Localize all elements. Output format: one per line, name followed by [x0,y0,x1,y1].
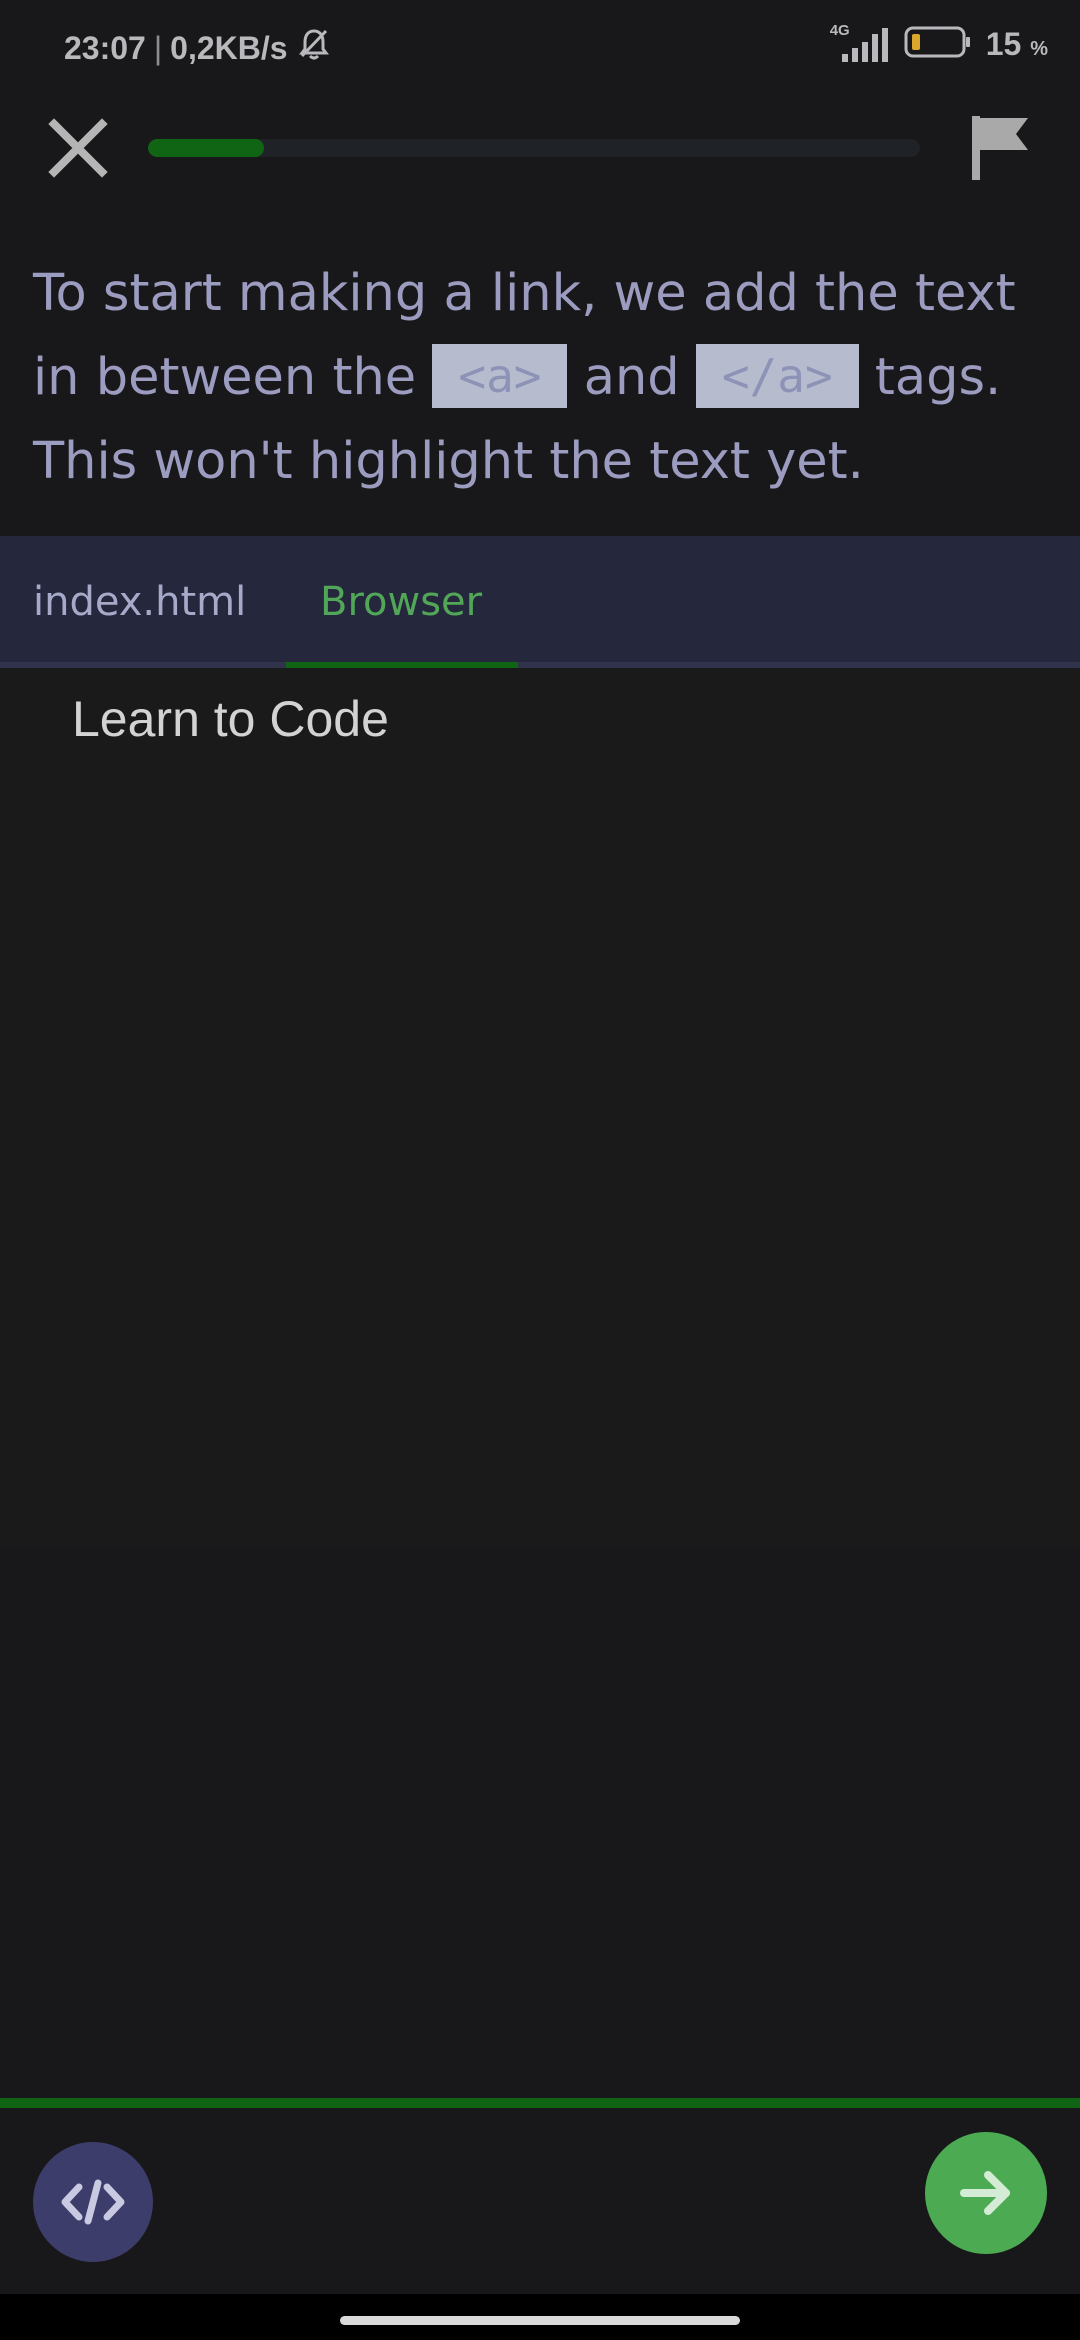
battery-icon [904,25,972,64]
battery-percent-unit: % [1030,37,1048,60]
report-flag-button[interactable] [968,112,1032,184]
signal-icon: 4G [828,22,890,64]
battery-percent: 15 % [986,26,1048,63]
close-icon [48,118,108,178]
status-bar: 23:07 | 0,2KB/s 4G 15 % [0,0,1080,96]
close-button[interactable] [40,110,116,186]
browser-content-text: Learn to Code [72,691,389,747]
code-icon [61,2179,125,2225]
flag-icon [972,116,1028,180]
code-chip-close-tag: </a> [695,344,859,408]
home-indicator[interactable] [340,2316,740,2325]
status-left: 23:07 | 0,2KB/s [64,26,332,70]
browser-preview: Learn to Code [0,668,1080,1548]
next-button[interactable] [925,2132,1047,2254]
status-time: 23:07 [64,29,146,66]
alarm-off-icon [296,26,332,70]
arrow-right-icon [960,2171,1010,2215]
battery-percent-value: 15 [985,25,1022,62]
tab-index-html[interactable]: index.html [33,536,246,668]
screen: 23:07 | 0,2KB/s 4G 15 % To start making … [0,0,1080,2340]
lesson-instruction: To start making a link, we add the text … [33,252,1053,504]
status-separator: | [153,29,163,66]
bottom-progress-line [0,2098,1080,2108]
status-net-speed: 0,2KB/s [170,29,288,66]
editor-tabs: index.html Browser [0,536,1080,668]
code-chip-open-tag: <a> [432,344,568,408]
lesson-progress-fill [148,139,264,157]
lesson-progress-bar [148,139,920,157]
instruction-text-2: and [583,348,680,407]
status-right: 4G 15 % [828,22,1048,64]
tab-browser[interactable]: Browser [320,536,482,668]
code-button[interactable] [33,2142,153,2262]
